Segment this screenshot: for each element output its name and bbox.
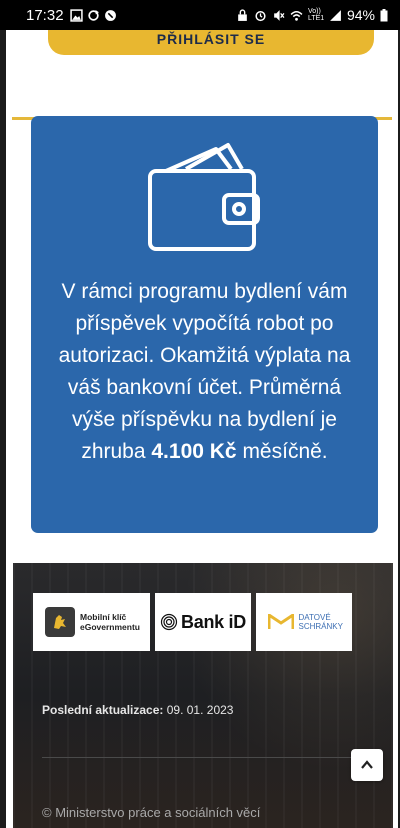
info-text-main: V rámci programu bydlení vám příspěvek v… — [58, 280, 351, 463]
mobilni-klic-logo[interactable]: Mobilní klíč eGovernmentu — [33, 593, 150, 651]
partner-logos: Mobilní klíč eGovernmentu Bank iD DATOVÉ… — [33, 593, 352, 651]
datove-schranky-logo[interactable]: DATOVÉ SCHRÁNKY — [256, 593, 352, 651]
copyright: © Ministerstvo práce a sociálních věcí — [42, 805, 261, 820]
battery-icon — [380, 8, 388, 21]
bank-id-label: Bank iD — [181, 611, 246, 632]
fingerprint-icon — [160, 613, 178, 631]
image-icon — [69, 8, 83, 22]
datove-schranky-icon — [267, 614, 294, 629]
lion-icon — [45, 607, 75, 637]
notification-icons — [69, 8, 117, 22]
wifi-icon — [290, 10, 303, 21]
status-time: 17:32 — [26, 6, 64, 24]
mute-icon — [274, 9, 285, 21]
signal-icon — [330, 9, 341, 21]
login-section: PŘIHLÁSIT SE — [12, 30, 392, 120]
lock-icon — [238, 8, 247, 21]
page-content[interactable]: PŘIHLÁSIT SE V rámci programu bydlení vá… — [6, 30, 398, 828]
last-update-date: 09. 01. 2023 — [166, 703, 234, 717]
battery-level: 94% — [346, 7, 375, 23]
bank-id-logo[interactable]: Bank iD — [155, 593, 251, 651]
average-amount: 4.100 Kč — [151, 440, 237, 463]
status-bar: 17:32 Vo)) LTE1 94% — [0, 0, 400, 30]
scroll-to-top-button[interactable] — [351, 749, 383, 781]
footer-divider — [42, 757, 372, 758]
datove-schranky-label: DATOVÉ SCHRÁNKY — [298, 613, 343, 631]
last-update: Poslední aktualizace: 09. 01. 2023 — [42, 703, 233, 717]
mobilni-klic-label: Mobilní klíč eGovernmentu — [80, 612, 140, 632]
footer: Mobilní klíč eGovernmentu Bank iD DATOVÉ… — [13, 563, 393, 828]
info-card: V rámci programu bydlení vám příspěvek v… — [31, 116, 378, 533]
info-text: V rámci programu bydlení vám příspěvek v… — [45, 276, 364, 468]
alarm-icon — [255, 10, 266, 21]
network-label: Vo)) LTE1 — [307, 8, 325, 22]
pin-icon — [104, 9, 116, 21]
wallet-icon — [148, 143, 260, 251]
last-update-label: Poslední aktualizace: — [42, 703, 164, 717]
login-button[interactable]: PŘIHLÁSIT SE — [48, 30, 374, 55]
chevron-up-icon — [361, 760, 373, 769]
info-text-end: měsíčně. — [236, 440, 328, 463]
sync-icon — [87, 9, 99, 21]
